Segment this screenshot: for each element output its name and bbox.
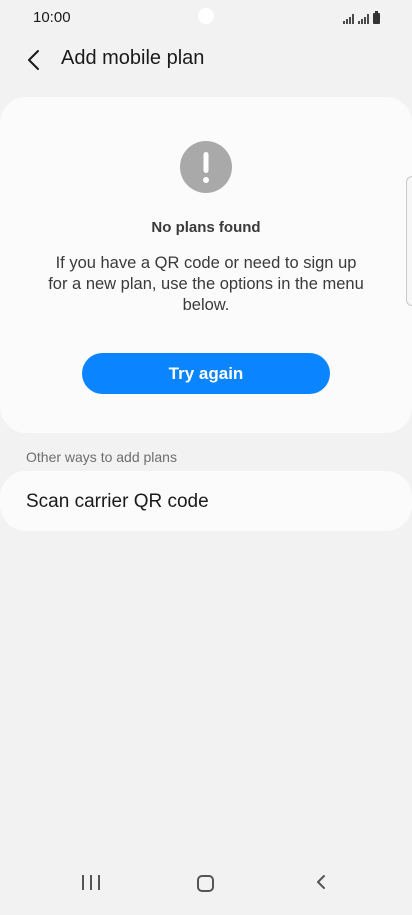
recents-icon[interactable] (82, 873, 100, 891)
home-icon[interactable] (197, 875, 214, 892)
status-time: 10:00 (33, 9, 71, 26)
status-bar: 10:00 (0, 0, 412, 36)
status-icons (343, 10, 380, 24)
scroll-indicator[interactable] (406, 176, 412, 306)
back-icon[interactable] (312, 873, 330, 891)
empty-state-card: No plans found If you have a QR code or … (0, 97, 412, 433)
scan-qr-code-option[interactable]: Scan carrier QR code (0, 471, 412, 531)
no-plans-title: No plans found (151, 219, 261, 236)
try-again-button[interactable]: Try again (82, 353, 330, 394)
navigation-bar (0, 859, 412, 915)
screen: 10:00 Add mobile plan No plans found If … (0, 0, 412, 915)
no-plans-message: If you have a QR code or need to sign up… (48, 254, 364, 314)
front-camera (198, 8, 214, 24)
page-title: Add mobile plan (61, 47, 205, 69)
signal-icon (343, 13, 354, 24)
option-label: Scan carrier QR code (26, 491, 209, 512)
back-button[interactable] (18, 44, 50, 76)
signal-icon-2 (358, 13, 369, 24)
chevron-left-icon (28, 50, 39, 70)
other-ways-header: Other ways to add plans (26, 449, 177, 465)
app-bar: Add mobile plan (0, 36, 412, 84)
exclamation-circle-icon (180, 141, 232, 193)
battery-icon (373, 11, 380, 24)
